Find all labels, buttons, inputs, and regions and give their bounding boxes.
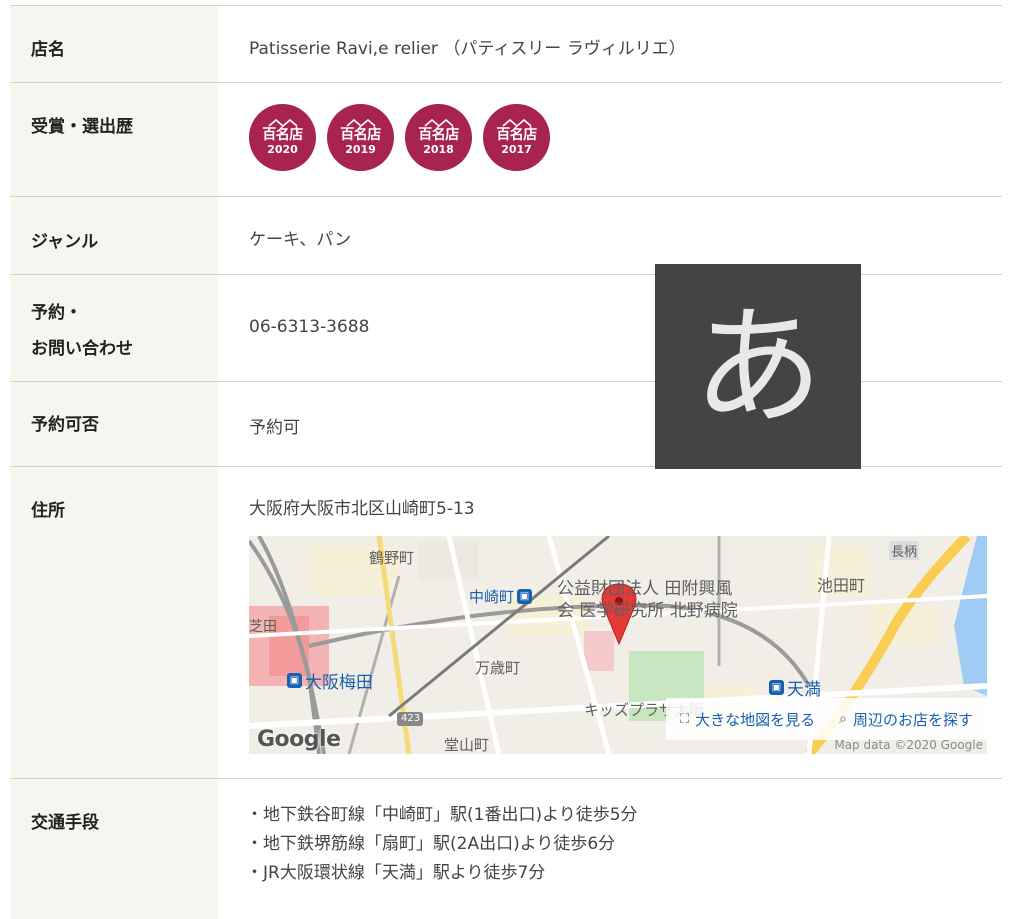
label-line: お問い合わせ — [31, 339, 133, 359]
label-awards: 受賞・選出歴 — [10, 83, 218, 196]
google-map[interactable]: 鶴野町 長柄 池田町 公益財団法人 田附興風 会 医学研究所 北野病院 芝田 万… — [249, 536, 987, 754]
row-address: 住所 大阪府大阪市北区山崎町5-13 鶴野町 長柄 池田町 公益財団法人 田附興… — [10, 467, 1002, 779]
map-label: 池田町 — [817, 576, 866, 595]
value-address: 大阪府大阪市北区山崎町5-13 鶴野町 長柄 池田町 公益財団法人 田附興風 会… — [218, 467, 1002, 778]
label-access: 交通手段 — [10, 779, 218, 919]
badge-year: 2017 — [501, 143, 532, 156]
map-attribution: Map data ©2020 Google — [834, 738, 983, 752]
station-label: 大阪梅田 — [305, 673, 373, 693]
value-awards: 百名店 2020 百名店 2019 百名店 2018 百名店 2017 — [218, 83, 1002, 196]
nearby-label: 周辺のお店を探す — [852, 710, 973, 729]
map-label: 芝田 — [249, 619, 277, 635]
ime-mode-indicator: あ — [655, 264, 861, 469]
value-reservation: 予約可 — [249, 418, 300, 438]
label-reservation: 予約可否 — [10, 382, 218, 466]
search-icon: ⌕ — [839, 711, 847, 727]
station-label: 天満 — [787, 680, 821, 700]
label-address: 住所 — [10, 467, 218, 778]
badge-title: 百名店 — [496, 127, 537, 143]
badge-title: 百名店 — [340, 127, 381, 143]
nearby-shops-link[interactable]: ⌕ 周辺のお店を探す — [839, 709, 973, 730]
mountain-icon — [423, 119, 454, 127]
map-controls: ⛶ 大きな地図を見る ⌕ 周辺のお店を探す — [666, 698, 987, 740]
award-badge[interactable]: 百名店 2017 — [483, 104, 550, 171]
mountain-icon — [345, 119, 376, 127]
award-badge[interactable]: 百名店 2020 — [249, 104, 316, 171]
row-name: 店名 Patisserie Ravi,e relier （パティスリー ラヴィル… — [10, 6, 1002, 83]
map-label: 万歳町 — [475, 659, 521, 677]
value-name: Patisserie Ravi,e relier （パティスリー ラヴィルリエ） — [249, 39, 686, 59]
large-map-link[interactable]: ⛶ 大きな地図を見る — [680, 709, 815, 730]
station-label: 中崎町 — [469, 588, 515, 606]
access-line: ・JR大阪環状線「天満」駅より徒歩7分 — [246, 863, 546, 883]
value-genre: ケーキ、パン — [249, 230, 352, 250]
label-genre: ジャンル — [10, 197, 218, 274]
address-text: 大阪府大阪市北区山崎町5-13 — [249, 499, 475, 519]
train-icon: ▣ — [287, 673, 302, 688]
value-access: ・地下鉄谷町線「中崎町」駅(1番出口)より徒歩5分 ・地下鉄堺筋線「扇町」駅(2… — [218, 779, 1002, 919]
label-line: 予約・ — [31, 303, 82, 323]
mountain-icon — [267, 119, 298, 127]
award-badges: 百名店 2020 百名店 2019 百名店 2018 百名店 2017 — [249, 104, 1002, 171]
train-icon: ▣ — [517, 589, 533, 604]
mountain-icon — [501, 119, 532, 127]
badge-title: 百名店 — [418, 127, 459, 143]
label-name: 店名 — [10, 6, 218, 82]
row-awards: 受賞・選出歴 百名店 2020 百名店 2019 百名店 2018 百名店 20… — [10, 83, 1002, 197]
map-label: 長柄 — [889, 541, 920, 560]
large-map-label: 大きな地図を見る — [695, 710, 816, 729]
station-nakazaki: 中崎町 ▣ — [469, 586, 533, 607]
station-tenma: ▣ 天満 — [769, 675, 821, 700]
award-badge[interactable]: 百名店 2018 — [405, 104, 472, 171]
expand-icon: ⛶ — [680, 711, 690, 727]
badge-year: 2020 — [267, 143, 298, 156]
phone-number[interactable]: 06-6313-3688 — [218, 275, 1002, 381]
map-label: 堂山町 — [444, 736, 490, 754]
badge-year: 2018 — [423, 143, 454, 156]
badge-title: 百名店 — [262, 127, 303, 143]
google-logo: Google — [257, 727, 341, 752]
access-line: ・地下鉄堺筋線「扇町」駅(2A出口)より徒歩6分 — [246, 834, 616, 854]
route-number: 423 — [401, 713, 421, 724]
badge-year: 2019 — [345, 143, 376, 156]
access-line: ・地下鉄谷町線「中崎町」駅(1番出口)より徒歩5分 — [246, 805, 638, 825]
row-access: 交通手段 ・地下鉄谷町線「中崎町」駅(1番出口)より徒歩5分 ・地下鉄堺筋線「扇… — [10, 779, 1002, 919]
label-reservation-contact: 予約・ お問い合わせ — [10, 275, 218, 381]
access-list: ・地下鉄谷町線「中崎町」駅(1番出口)より徒歩5分 ・地下鉄堺筋線「扇町」駅(2… — [246, 801, 1002, 888]
map-label: 会 医学研究所 北野病院 — [557, 601, 738, 621]
train-icon: ▣ — [769, 680, 784, 695]
station-umeda: ▣ 大阪梅田 — [287, 668, 373, 693]
award-badge[interactable]: 百名店 2019 — [327, 104, 394, 171]
map-label: 鶴野町 — [369, 549, 415, 567]
